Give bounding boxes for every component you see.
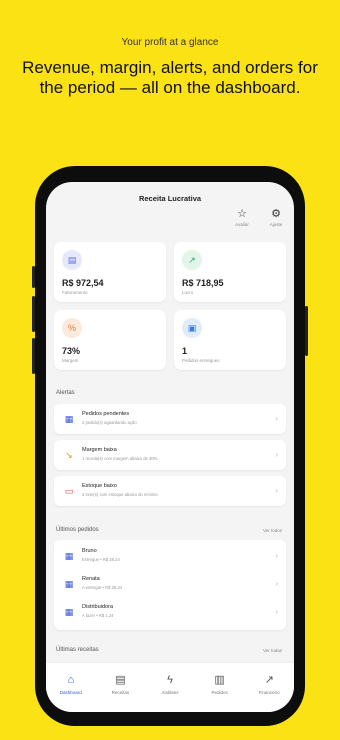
kpi-card-revenue[interactable]: ▤ R$ 972,54 Faturamento [54, 242, 166, 302]
recipes-see-all-link[interactable]: Ver todas [263, 648, 282, 653]
order-customer: Bruno [82, 548, 97, 554]
rate-button[interactable]: ☆ Avaliar [230, 208, 254, 227]
kpi-label: Lucro [182, 290, 194, 295]
phone-side-button [32, 338, 35, 374]
nav-finance[interactable]: ↗ Financeiro [246, 673, 292, 712]
pending-orders-icon: ▦ [64, 414, 74, 424]
kpi-value: 73% [62, 346, 81, 356]
revenue-icon: ▤ [62, 250, 82, 270]
profit-trend-icon: ↗ [182, 250, 202, 270]
orders-section-title: Últimos pedidos [56, 527, 99, 533]
nav-analysis[interactable]: ϟ Análises [147, 673, 193, 712]
settings-label: Ajuste [269, 222, 283, 227]
marketing-tagline: Your profit at a glance [121, 37, 219, 48]
recipes-section-title: Últimas receitas [56, 647, 99, 653]
kpi-value: R$ 718,95 [182, 278, 224, 288]
settings-button[interactable]: ⚙ Ajuste [264, 208, 288, 227]
alerts-section-title: Alertas [56, 390, 75, 396]
kpi-card-delivered[interactable]: ▣ 1 Pedidos entregues [174, 310, 286, 370]
kpi-card-margin[interactable]: % 73% Margem [54, 310, 166, 370]
low-margin-icon: ↘ [65, 450, 73, 460]
low-stock-icon: ▭ [64, 486, 74, 496]
order-status: Entregue • R$ 28,24 [82, 557, 120, 562]
alert-subtitle: 3 item(s) com estoque abaixo do mínimo [82, 492, 158, 497]
order-row[interactable]: ▦ Bruno Entregue • R$ 28,24 › [54, 542, 286, 570]
recipes-icon: ▤ [115, 674, 126, 686]
kpi-label: Pedidos entregues [182, 358, 220, 363]
chevron-right-icon: › [275, 607, 278, 616]
alert-low-stock[interactable]: ▭ Estoque baixo 3 item(s) com estoque ab… [54, 476, 286, 506]
delivered-orders-icon: ▣ [182, 318, 202, 338]
rate-label: Avaliar [235, 222, 249, 227]
orders-see-all-link[interactable]: Ver todos [263, 528, 282, 533]
order-icon: ▦ [64, 551, 74, 561]
bottom-nav: ⌂ Dashboard ▤ Receitas ϟ Análises ▥ Pedi… [46, 662, 294, 712]
order-customer: Distribuidora [82, 604, 113, 610]
star-icon: ☆ [237, 208, 247, 220]
alert-low-margin[interactable]: ↘ Margem baixa 1 receita(s) com margem a… [54, 440, 286, 470]
nav-label: Financeiro [258, 690, 280, 695]
nav-label: Pedidos [211, 690, 228, 695]
order-row[interactable]: ▦ Distribuidora A fazer • R$ 1,24 › [54, 598, 286, 626]
orders-list: ▦ Bruno Entregue • R$ 28,24 › ▦ Renata A… [54, 540, 286, 630]
phone-side-button [305, 306, 308, 356]
nav-label: Análises [161, 690, 179, 695]
chevron-right-icon: › [275, 551, 278, 560]
phone-side-button [32, 266, 35, 288]
alert-pending-orders[interactable]: ▦ Pedidos pendentes 2 pedido(s) aguardan… [54, 404, 286, 434]
nav-dashboard[interactable]: ⌂ Dashboard [48, 673, 94, 712]
kpi-label: Faturamento [62, 290, 88, 295]
order-icon: ▦ [64, 579, 74, 589]
order-status: A entregar • R$ 28,24 [82, 585, 123, 590]
phone-side-button [32, 296, 35, 332]
nav-label: Dashboard [59, 690, 82, 695]
chevron-right-icon: › [275, 486, 278, 495]
kpi-card-profit[interactable]: ↗ R$ 718,95 Lucro [174, 242, 286, 302]
nav-orders[interactable]: ▥ Pedidos [197, 673, 243, 712]
app-title: Receita Lucrativa [138, 194, 202, 203]
kpi-value: R$ 972,54 [62, 278, 104, 288]
finance-icon: ↗ [264, 674, 274, 686]
chevron-right-icon: › [275, 450, 278, 459]
order-icon: ▦ [64, 607, 74, 617]
order-row[interactable]: ▦ Renata A entregar • R$ 28,24 › [54, 570, 286, 598]
header-actions: ☆ Avaliar ⚙ Ajuste [230, 208, 288, 227]
alert-title: Pedidos pendentes [82, 411, 130, 417]
home-icon: ⌂ [67, 674, 75, 686]
alert-title: Margem baixa [82, 447, 117, 453]
alert-title: Estoque baixo [82, 483, 117, 489]
analysis-icon: ϟ [167, 674, 173, 686]
chevron-right-icon: › [275, 579, 278, 588]
nav-label: Receitas [111, 690, 130, 695]
phone-frame: Receita Lucrativa ☆ Avaliar ⚙ Ajuste ▤ R… [32, 166, 308, 726]
chevron-right-icon: › [275, 414, 278, 423]
order-status: A fazer • R$ 1,24 [82, 613, 114, 618]
alert-subtitle: 2 pedido(s) aguardando ação [82, 420, 137, 425]
orders-icon: ▥ [214, 674, 225, 686]
kpi-label: Margem [62, 358, 79, 363]
gear-icon: ⚙ [271, 208, 281, 220]
percent-icon: % [62, 318, 82, 338]
kpi-value: 1 [182, 346, 188, 356]
nav-recipes[interactable]: ▤ Receitas [97, 673, 143, 712]
app-screen: Receita Lucrativa ☆ Avaliar ⚙ Ajuste ▤ R… [46, 182, 294, 712]
alert-subtitle: 1 receita(s) com margem abaixo de 30% [82, 456, 158, 461]
order-customer: Renata [82, 576, 100, 582]
marketing-headline: Revenue, margin, alerts, and orders for … [22, 58, 318, 97]
